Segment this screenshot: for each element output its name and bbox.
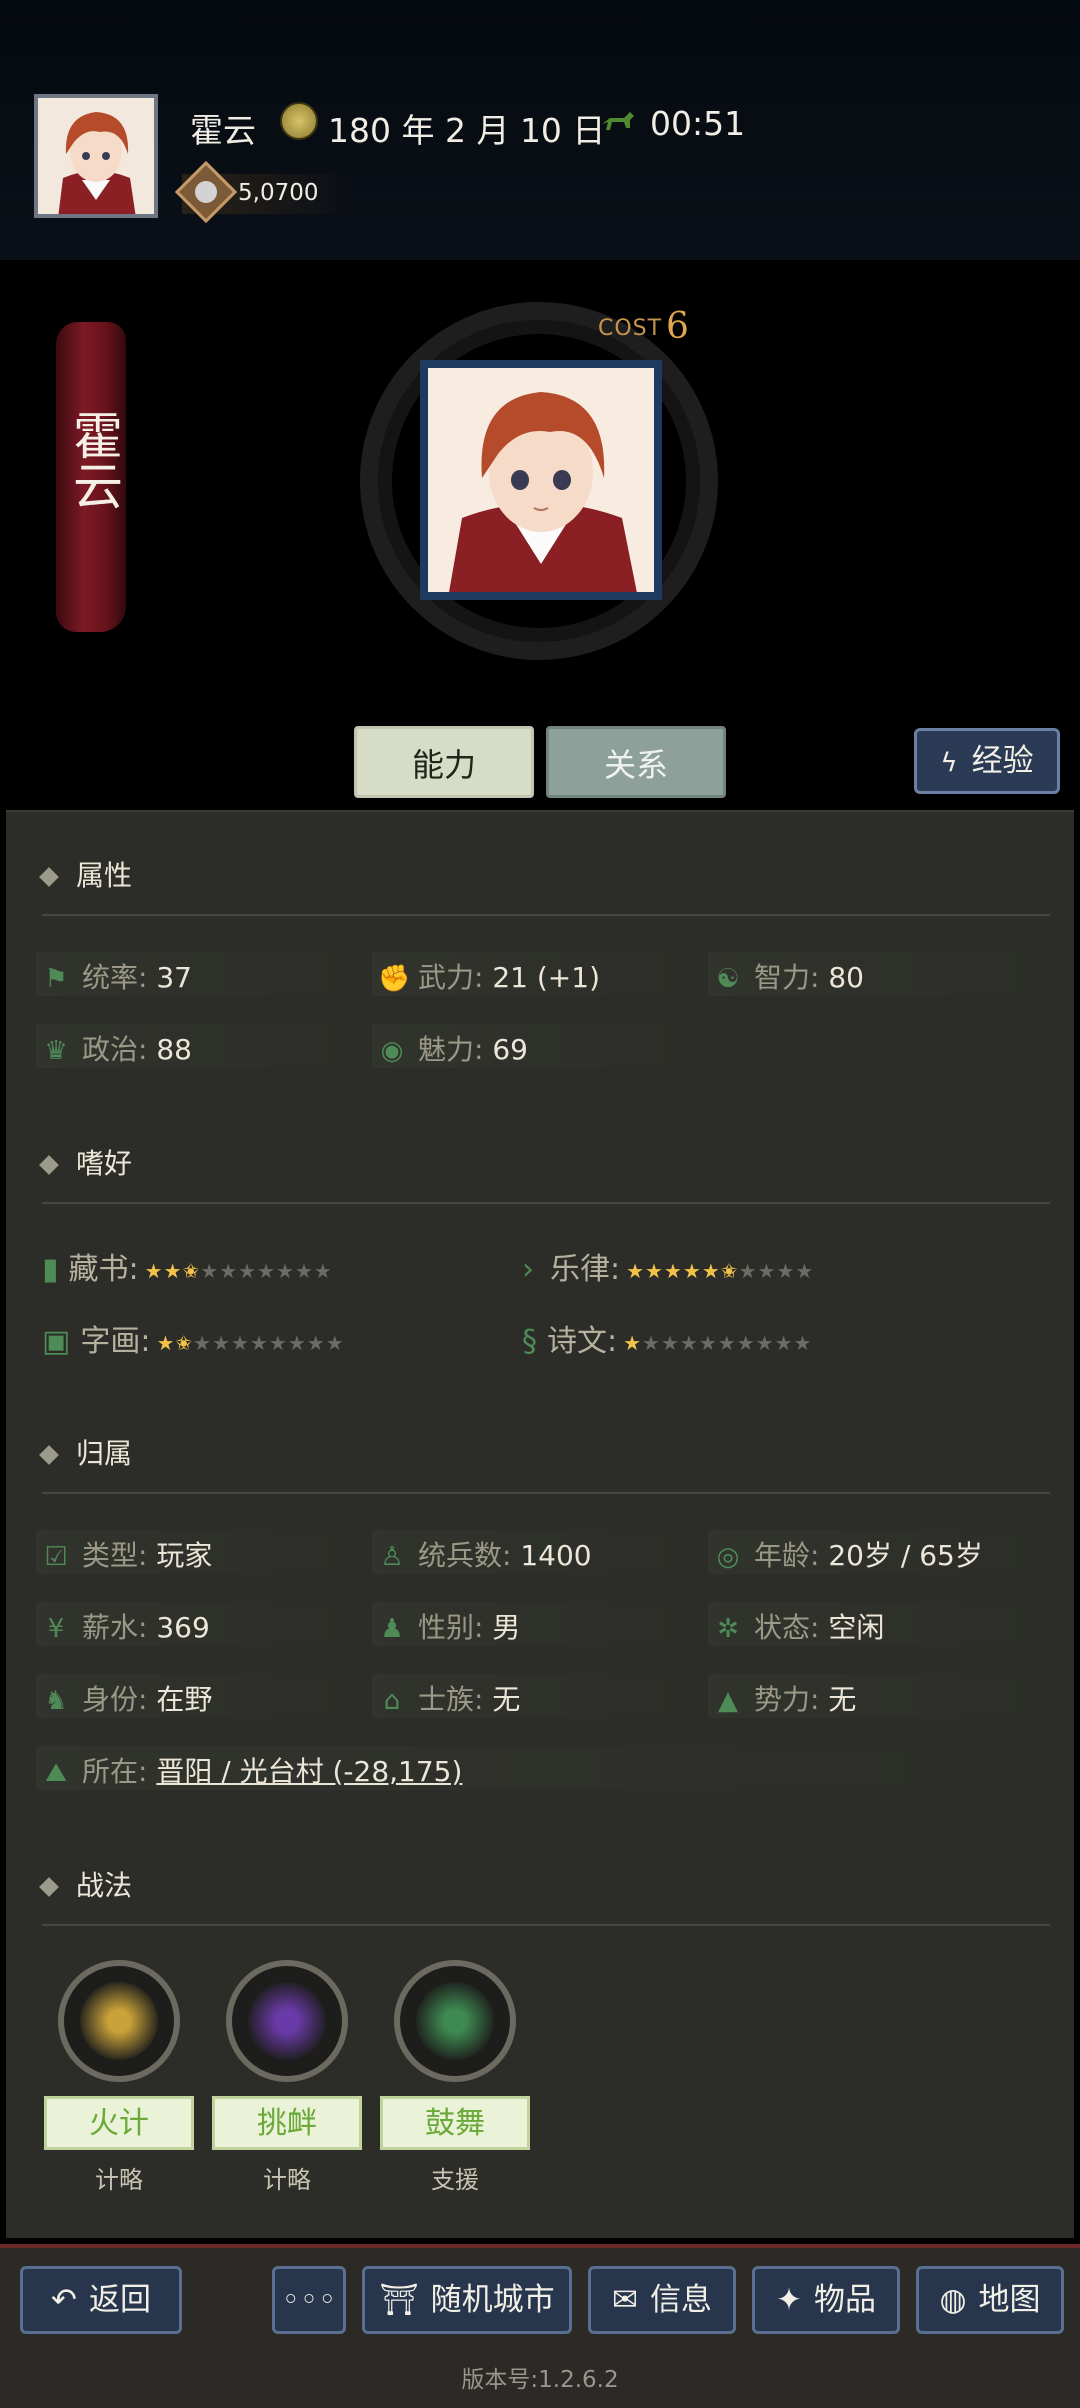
rating-stars: ★★★★★✬★★★★ [626,1258,815,1283]
info-clan: ⌂ 士族: 无 [378,1678,521,1718]
back-icon: ↶ [51,2282,77,2318]
more-button[interactable]: ◦◦◦ [272,2266,346,2334]
rating-stars: ★★✬★★★★★★★ [144,1258,333,1283]
player-name: 霍云 [190,111,256,150]
info-status: ✲ 状态: 空闲 [714,1606,884,1646]
section-tactics: 战法 [39,1864,132,1904]
info-location: ⛰ 所在: 晋阳 / 光台村 (-28,175) [42,1750,462,1790]
person-icon: ♞ [44,1686,68,1716]
character-portrait [420,360,662,600]
info-age: ◎ 年龄: 20岁 / 65岁 [714,1534,983,1574]
chat-icon: ✉ [612,2282,638,2318]
stat-command: ⚑ 统率: 37 [42,956,192,996]
location-icon: ⛰ [45,1758,67,1788]
gender-icon: ♟ [380,1614,404,1644]
city-icon: ⛩ [379,2282,419,2318]
arm-icon: ✊ [378,964,411,994]
stat-intellect: ☯ 智力: 80 [714,956,864,996]
inspire-icon [394,1960,516,2082]
globe-icon: ◍ [939,2282,967,2318]
info-faction: ▲ 势力: 无 [714,1678,856,1718]
eye-icon: ◉ [380,1036,404,1066]
info-salary: ¥ 薪水: 369 [42,1606,210,1646]
info-identity: ♞ 身份: 在野 [42,1678,212,1718]
version-label: 版本号:1.2.6.2 [461,2367,619,2393]
calendar-icon [280,102,318,140]
exp-label: 经验 [971,743,1034,779]
section-affiliation: 归属 [39,1432,132,1472]
book-icon: ▮ [42,1252,59,1287]
items-button[interactable]: ✦ 物品 [752,2266,900,2334]
character-name: 霍云 [65,410,123,510]
age-icon: ◎ [716,1542,740,1572]
yen-icon: ¥ [47,1614,65,1644]
info-troops: ♙ 统兵数: 1400 [378,1534,591,1574]
info-type: ☑ 类型: 玩家 [42,1534,212,1574]
game-date: 180 年 2 月 10 日 [328,111,606,150]
exp-button[interactable]: ϟ 经验 [914,728,1060,794]
game-time: 00:51 [650,104,746,143]
name-banner: 霍云 [56,322,126,632]
tactic-fire[interactable]: 火计 计略 [44,1960,194,2195]
fire-icon [58,1960,180,2082]
cost-value: 6 [666,306,689,347]
info-panel: 属性 ⚑ 统率: 37 ✊ 武力: 21 (+1) ☯ 智力: 80 ♛ 政治: 88 … [6,810,1074,2238]
bag-icon: ✦ [776,2282,802,2318]
location-link[interactable]: 晋阳 / 光台村 (-28,175) [156,1755,462,1788]
brain-icon: ☯ [716,964,740,994]
mountain-icon: ▲ [718,1686,738,1716]
stat-charm: ◉ 魅力: 69 [378,1028,528,1068]
calendar-check-icon: ☑ [44,1542,68,1572]
provoke-icon [226,1960,348,2082]
section-attributes: 属性 [39,854,132,894]
hobby-music: › 乐律: ★★★★★✬★★★★ [522,1252,815,1287]
flag-icon: ⚑ [44,964,68,994]
stat-politics: ♛ 政治: 88 [42,1028,192,1068]
tactic-inspire[interactable]: 鼓舞 支援 [380,1960,530,2195]
rating-stars: ★★★★★★★★★★ [623,1330,813,1355]
top-header: 霍云 180 年 2 月 10 日 00:51 5,0700 [0,0,1080,260]
back-button[interactable]: ↶ 返回 [20,2266,182,2334]
clan-icon: ⌂ [383,1686,401,1716]
horse-icon [602,112,634,130]
hat-icon: ♛ [44,1036,68,1066]
bottom-bar: ↶ 返回 ◦◦◦ ⛩ 随机城市 ✉ 信息 ✦ 物品 ◍ 地图 版本号:1.2.6.2 [0,2244,1080,2408]
rating-stars: ★✬★★★★★★★★ [156,1330,345,1355]
status-icon: ✲ [717,1614,739,1644]
soldier-icon: ♙ [380,1542,404,1572]
coin-count: 5,0700 [238,180,319,206]
tab-relation[interactable]: 关系 [546,726,726,798]
stat-force: ✊ 武力: 21 (+1) [378,961,600,994]
tactic-provoke[interactable]: 挑衅 计略 [212,1960,362,2195]
hobby-poetry: § 诗文: ★★★★★★★★★★ [522,1324,813,1359]
lightning-icon: ϟ [940,748,958,778]
hobby-books: ▮ 藏书: ★★✬★★★★★★★ [42,1252,333,1287]
map-button[interactable]: ◍ 地图 [916,2266,1064,2334]
section-hobbies: 嗜好 [39,1142,132,1182]
tab-ability[interactable]: 能力 [354,726,534,798]
scroll-icon: ▣ [42,1324,71,1359]
cost-label: COST [598,316,663,341]
poem-icon: § [522,1324,537,1359]
player-avatar[interactable] [34,94,158,218]
info-gender: ♟ 性别: 男 [378,1606,520,1646]
random-city-button[interactable]: ⛩ 随机城市 [362,2266,572,2334]
hobby-painting: ▣ 字画: ★✬★★★★★★★★ [42,1324,345,1359]
info-button[interactable]: ✉ 信息 [588,2266,736,2334]
music-icon: › [522,1252,534,1287]
